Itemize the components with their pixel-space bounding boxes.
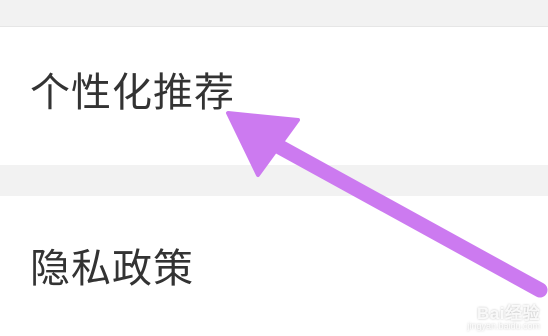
- watermark: Bai经验 jingyan.baidu.com: [467, 305, 540, 332]
- settings-item-personalized-recommendation[interactable]: 个性化推荐: [0, 27, 548, 165]
- watermark-logo: Bai经验: [477, 304, 540, 324]
- section-divider: [0, 165, 548, 196]
- settings-screen: 个性化推荐 隐私政策 Bai经验 jingyan.baidu.com: [0, 0, 548, 336]
- top-gap: [0, 0, 548, 27]
- settings-item-privacy-policy[interactable]: 隐私政策: [0, 196, 548, 336]
- settings-item-label: 个性化推荐: [30, 70, 235, 116]
- watermark-url: jingyan.baidu.com: [467, 321, 540, 332]
- settings-item-label: 隐私政策: [30, 246, 194, 292]
